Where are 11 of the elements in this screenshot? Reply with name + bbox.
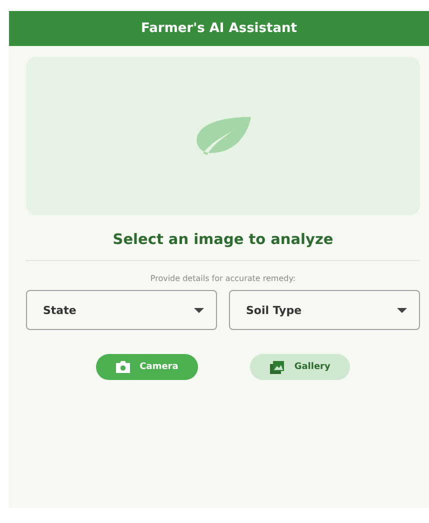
dropdown-field[interactable]: State [26,290,217,330]
details-hint: Provide details for accurate remedy: [149,274,297,283]
prompt-text: Select an image to analyze [112,232,334,248]
app-title: Farmer's AI Assistant [141,21,297,36]
image-placeholder[interactable] [26,57,420,215]
caret-icon [397,308,407,312]
image-icon [270,360,284,374]
caret-icon [194,308,204,312]
camera-icon [116,361,130,373]
dropdown-field[interactable]: Soil Type [229,290,420,330]
gallery-button[interactable]: Gallery [250,354,350,380]
